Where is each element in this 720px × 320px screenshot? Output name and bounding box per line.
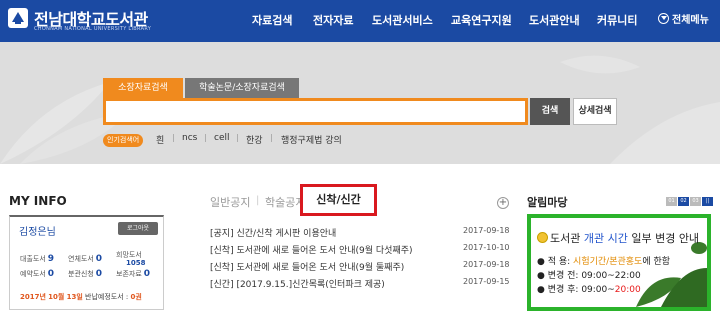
stat-label: 분관신청	[68, 270, 94, 278]
stat-label: 연체도서	[68, 255, 94, 263]
stat-loans[interactable]: 대출도서 9	[20, 254, 54, 264]
stat-value: 0	[47, 269, 55, 279]
nav-item-search[interactable]: 자료검색	[252, 0, 292, 42]
stat-label: 희망도서	[116, 251, 142, 259]
notice-item[interactable]: [신간] [2017.9.15.]신간목록(인터파크 제공) 2017-09-1…	[210, 277, 510, 295]
stat-value: 0	[143, 269, 151, 279]
alarm-headline-highlight: 개관 시간	[583, 232, 628, 245]
keyword-divider: |	[270, 133, 273, 142]
notice-item[interactable]: [신착] 도서관에 새로 들어온 도서 안내(9월 둘째주) 2017-09-1…	[210, 260, 510, 278]
alarm-title: 알림마당	[527, 196, 568, 209]
all-menu-label: 전체메뉴	[672, 15, 709, 26]
user-name: 김정은님	[19, 227, 56, 238]
popular-keyword[interactable]: 흰	[156, 133, 164, 146]
keyword-divider: |	[172, 133, 175, 142]
notice-date: 2017-09-15	[463, 277, 510, 286]
popular-keyword[interactable]: cell	[214, 133, 230, 143]
popular-keyword[interactable]: ncs	[182, 133, 197, 143]
pager-dot[interactable]: 01	[666, 197, 677, 206]
notice-title: [신간] [2017.9.15.]신간목록(인터파크 제공)	[210, 280, 385, 290]
search-input[interactable]	[103, 98, 528, 125]
search-button[interactable]: 검색	[530, 98, 570, 125]
stat-value: 0	[95, 254, 103, 264]
stat-overdue[interactable]: 연체도서 0	[68, 254, 102, 264]
nav-item-research[interactable]: 교육연구지원	[451, 0, 512, 42]
return-count: 0권	[130, 293, 142, 301]
notice-title: [공지] 신간/신착 게시판 이용안내	[210, 229, 337, 239]
stat-label: 보존자료	[116, 270, 142, 278]
alarm-apply-label: 적 용:	[547, 257, 574, 267]
return-label: 반납예정도서 :	[85, 293, 129, 301]
stat-value: 1058	[126, 259, 146, 267]
tab-general-notice[interactable]: 일반공지	[210, 194, 250, 210]
tab-divider: |	[256, 195, 260, 206]
logo-subtitle: CHONNAM NATIONAL UNIVERSITY LIBRARY	[34, 26, 152, 32]
stat-value: 9	[47, 254, 55, 264]
return-day: 13일	[66, 293, 83, 301]
myinfo-title: MY INFO	[9, 194, 67, 208]
keyword-divider: |	[236, 133, 239, 142]
stat-branch[interactable]: 분관신청 0	[68, 269, 102, 279]
alarm-before-text: 변경 전: 09:00~22:00	[547, 271, 641, 281]
popular-keyword[interactable]: 한강	[246, 133, 263, 146]
alarm-headline-pre: 도서관	[550, 232, 584, 245]
stat-archive[interactable]: 보존자료 0	[116, 269, 150, 279]
advanced-search-button[interactable]: 상세검색	[573, 98, 617, 125]
tab-collection-search[interactable]: 소장자료검색	[103, 78, 183, 98]
keyword-divider: |	[204, 133, 207, 142]
alarm-after-label: 변경 후: 09:00~	[547, 285, 615, 295]
stat-label: 예약도서	[20, 270, 46, 278]
alarm-after-line: ● 변경 후: 09:00~20:00	[537, 285, 641, 295]
alarm-before-line: ● 변경 전: 09:00~22:00	[537, 271, 641, 281]
myinfo-panel: 김정은님 로그아웃 대출도서 9 연체도서 0 희망도서 1058 예약도서 0 분관…	[9, 215, 164, 310]
alarm-apply-line: ● 적 용: 시험기간/본관홍도에 한함	[537, 257, 671, 267]
alarm-after-time: 20:00	[614, 285, 641, 295]
logout-button[interactable]: 로그아웃	[118, 222, 158, 235]
alarm-apply-suffix: 에 한함	[642, 257, 671, 267]
return-month: 10월	[48, 293, 65, 301]
alarm-headline-post: 일부 변경 안내	[627, 232, 700, 245]
notice-date: 2017-09-18	[463, 260, 510, 269]
university-emblem-icon	[8, 8, 28, 28]
nav-item-eresources[interactable]: 전자자료	[313, 0, 353, 42]
pager-dot-active[interactable]: 02	[678, 197, 689, 206]
all-menu-button[interactable]: 전체메뉴	[658, 0, 709, 42]
pager-dot[interactable]: 03	[690, 197, 701, 206]
notice-date: 2017-09-18	[463, 226, 510, 235]
alarm-headline: 도서관 개관 시간 일부 변경 안내	[537, 230, 699, 246]
notice-item[interactable]: [신착] 도서관에 새로 들어온 도서 안내(9월 다섯째주) 2017-10-…	[210, 243, 510, 261]
alarm-banner[interactable]: 도서관 개관 시간 일부 변경 안내 ● 적 용: 시험기간/본관홍도에 한함 …	[527, 214, 711, 311]
notice-title: [신착] 도서관에 새로 들어온 도서 안내(9월 둘째주)	[210, 263, 405, 273]
tab-article-search[interactable]: 학술논문/소장자료검색	[185, 78, 299, 98]
pause-icon[interactable]: ||	[702, 197, 713, 206]
nav-item-community[interactable]: 커뮤니티	[597, 0, 637, 42]
stat-holds[interactable]: 예약도서 0	[20, 269, 54, 279]
top-header: 전남대학교도서관 CHONNAM NATIONAL UNIVERSITY LIB…	[0, 0, 720, 42]
tab-new-arrivals[interactable]: 신착/신간	[300, 184, 377, 216]
alarm-bulb-icon	[537, 232, 548, 243]
return-due-line: 2017년 10월 13일 반납예정도서 : 0권	[20, 292, 142, 302]
more-plus-icon[interactable]: +	[497, 197, 509, 209]
notice-title: [신착] 도서관에 새로 들어온 도서 안내(9월 다섯째주)	[210, 246, 413, 256]
popular-keyword[interactable]: 행정구제법 강의	[281, 133, 342, 146]
return-year: 2017년	[20, 293, 46, 301]
alarm-apply-value: 시험기간/본관홍도	[573, 257, 643, 267]
chevron-down-icon	[658, 13, 669, 24]
stat-requests-value: 1058	[124, 259, 145, 267]
library-logo[interactable]: 전남대학교도서관 CHONNAM NATIONAL UNIVERSITY LIB…	[6, 4, 156, 38]
notice-date: 2017-10-10	[463, 243, 510, 252]
stat-value: 0	[95, 269, 103, 279]
notice-item[interactable]: [공지] 신간/신착 게시판 이용안내 2017-09-18	[210, 226, 510, 244]
popular-keywords-label: 인기검색어	[103, 134, 144, 147]
nav-item-services[interactable]: 도서관서비스	[372, 0, 433, 42]
stat-label: 대출도서	[20, 255, 46, 263]
nav-item-about[interactable]: 도서관안내	[529, 0, 580, 42]
